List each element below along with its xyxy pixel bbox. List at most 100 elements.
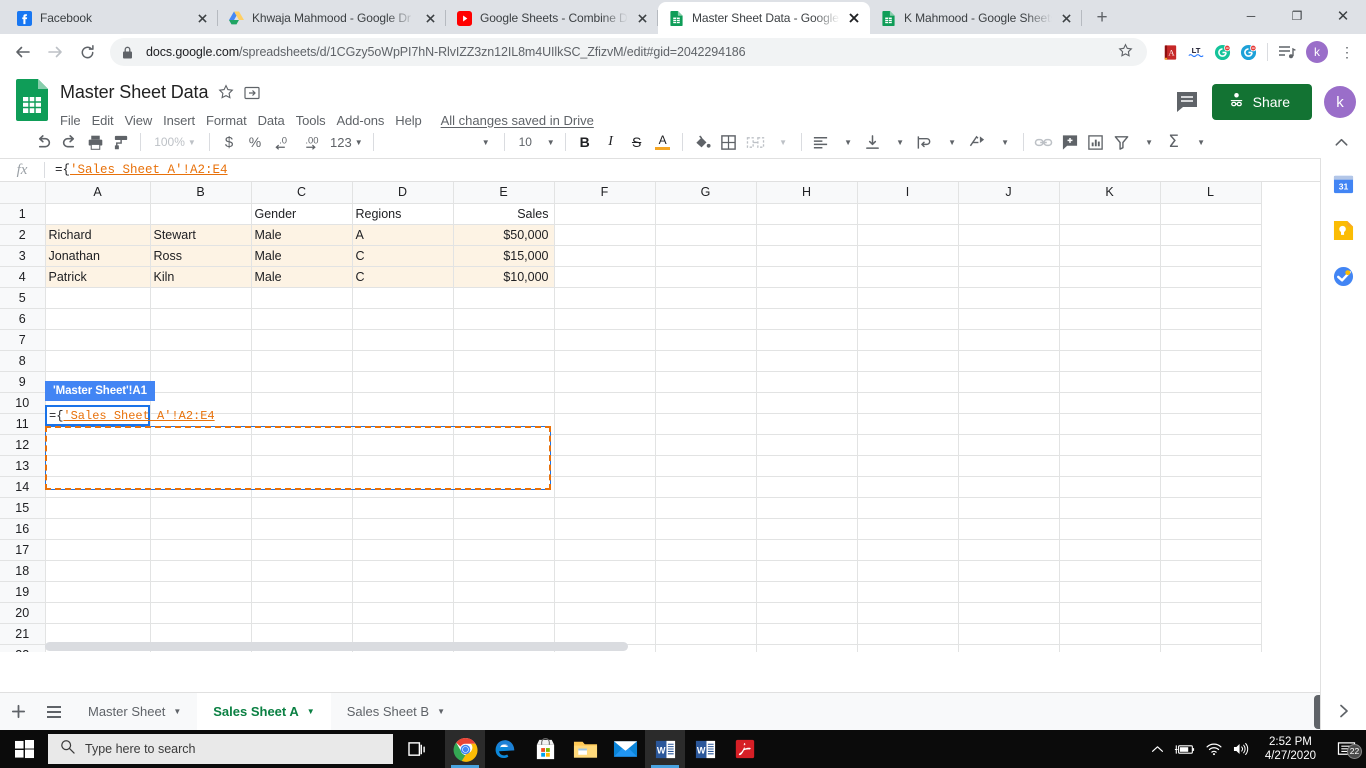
row-header-3[interactable]: 3 xyxy=(0,245,46,267)
cell-e19[interactable] xyxy=(453,581,555,603)
cell-e7[interactable] xyxy=(453,329,555,351)
cell-e13[interactable] xyxy=(453,455,555,477)
cell-g5[interactable] xyxy=(655,287,757,309)
cell-l11[interactable] xyxy=(1160,413,1262,435)
close-icon[interactable] xyxy=(1058,10,1074,26)
cell-k17[interactable] xyxy=(1059,539,1161,561)
google-chrome-icon[interactable] xyxy=(445,730,485,768)
italic-button[interactable]: I xyxy=(598,129,624,155)
cell-b2[interactable]: Stewart xyxy=(150,224,252,246)
cell-d13[interactable] xyxy=(352,455,454,477)
zoom-selector[interactable]: 100% ▼ xyxy=(147,129,203,155)
cell-h18[interactable] xyxy=(756,560,858,582)
cell-l10[interactable] xyxy=(1160,392,1262,414)
cell-c20[interactable] xyxy=(251,602,353,624)
browser-tab-k-mahmood[interactable]: K Mahmood - Google Sheets xyxy=(870,2,1082,34)
cell-b20[interactable] xyxy=(150,602,252,624)
google-keep-icon[interactable] xyxy=(1332,218,1356,242)
cell-i8[interactable] xyxy=(857,350,959,372)
fill-color-icon[interactable] xyxy=(689,129,716,155)
cell-a12[interactable] xyxy=(45,434,151,456)
cell-l7[interactable] xyxy=(1160,329,1262,351)
cell-d3[interactable]: C xyxy=(352,245,454,267)
cell-i4[interactable] xyxy=(857,266,959,288)
cell-b7[interactable] xyxy=(150,329,252,351)
chart-icon[interactable] xyxy=(1083,129,1109,155)
vertical-align-dropdown[interactable]: ▼ xyxy=(886,129,912,155)
cell-i6[interactable] xyxy=(857,308,959,330)
cell-e16[interactable] xyxy=(453,518,555,540)
cell-k1[interactable] xyxy=(1059,203,1161,225)
cell-f3[interactable] xyxy=(554,245,656,267)
cell-g3[interactable] xyxy=(655,245,757,267)
column-header-j[interactable]: J xyxy=(958,182,1060,204)
cell-d8[interactable] xyxy=(352,350,454,372)
row-header-15[interactable]: 15 xyxy=(0,497,46,519)
comment-icon[interactable] xyxy=(1174,89,1200,115)
cell-l16[interactable] xyxy=(1160,518,1262,540)
row-header-20[interactable]: 20 xyxy=(0,602,46,624)
row-header-8[interactable]: 8 xyxy=(0,350,46,372)
cell-l19[interactable] xyxy=(1160,581,1262,603)
cell-g6[interactable] xyxy=(655,308,757,330)
cell-a1[interactable] xyxy=(45,203,151,225)
sheet-tab-sales-sheet-a[interactable]: Sales Sheet A ▼ xyxy=(197,693,331,730)
cell-f17[interactable] xyxy=(554,539,656,561)
cell-j13[interactable] xyxy=(958,455,1060,477)
cell-g11[interactable] xyxy=(655,413,757,435)
cell-i15[interactable] xyxy=(857,497,959,519)
word-alt-icon[interactable]: W xyxy=(685,730,725,768)
cell-h4[interactable] xyxy=(756,266,858,288)
row-header-11[interactable]: 11 xyxy=(0,413,46,435)
cell-f19[interactable] xyxy=(554,581,656,603)
cell-f5[interactable] xyxy=(554,287,656,309)
cell-d6[interactable] xyxy=(352,308,454,330)
row-header-19[interactable]: 19 xyxy=(0,581,46,603)
cell-g13[interactable] xyxy=(655,455,757,477)
cell-h12[interactable] xyxy=(756,434,858,456)
cell-j10[interactable] xyxy=(958,392,1060,414)
cell-a19[interactable] xyxy=(45,581,151,603)
cell-b17[interactable] xyxy=(150,539,252,561)
cell-l2[interactable] xyxy=(1160,224,1262,246)
browser-tab-master-sheet-data[interactable]: Master Sheet Data - Google Sh xyxy=(658,2,870,34)
cell-i7[interactable] xyxy=(857,329,959,351)
move-to-folder-icon[interactable] xyxy=(244,85,260,100)
column-header-h[interactable]: H xyxy=(756,182,858,204)
cell-c3[interactable]: Male xyxy=(251,245,353,267)
cell-d12[interactable] xyxy=(352,434,454,456)
column-header-d[interactable]: D xyxy=(352,182,454,204)
row-header-18[interactable]: 18 xyxy=(0,560,46,582)
cell-i12[interactable] xyxy=(857,434,959,456)
cell-k13[interactable] xyxy=(1059,455,1161,477)
cell-h11[interactable] xyxy=(756,413,858,435)
cell-k19[interactable] xyxy=(1059,581,1161,603)
cell-l17[interactable] xyxy=(1160,539,1262,561)
cell-c13[interactable] xyxy=(251,455,353,477)
cell-i10[interactable] xyxy=(857,392,959,414)
column-header-b[interactable]: B xyxy=(150,182,252,204)
cell-j9[interactable] xyxy=(958,371,1060,393)
microsoft-edge-icon[interactable] xyxy=(485,730,525,768)
cell-a6[interactable] xyxy=(45,308,151,330)
cell-e10[interactable] xyxy=(453,392,555,414)
cell-a2[interactable]: Richard xyxy=(45,224,151,246)
close-icon[interactable] xyxy=(846,10,862,26)
cell-j1[interactable] xyxy=(958,203,1060,225)
cell-d1[interactable]: Regions xyxy=(352,203,454,225)
cell-a8[interactable] xyxy=(45,350,151,372)
reload-button[interactable] xyxy=(72,37,102,67)
formula-input[interactable]: ={'Sales Sheet A'!A2:E4 xyxy=(45,163,1366,177)
cell-j5[interactable] xyxy=(958,287,1060,309)
cell-a7[interactable] xyxy=(45,329,151,351)
filter-dropdown[interactable]: ▼ xyxy=(1135,129,1161,155)
cell-c10[interactable] xyxy=(251,392,353,414)
decrease-decimal-button[interactable]: .0 xyxy=(268,129,296,155)
row-header-7[interactable]: 7 xyxy=(0,329,46,351)
cell-j3[interactable] xyxy=(958,245,1060,267)
cell-h9[interactable] xyxy=(756,371,858,393)
column-header-g[interactable]: G xyxy=(655,182,757,204)
cell-d20[interactable] xyxy=(352,602,454,624)
cell-b6[interactable] xyxy=(150,308,252,330)
word-icon[interactable]: W xyxy=(645,730,685,768)
